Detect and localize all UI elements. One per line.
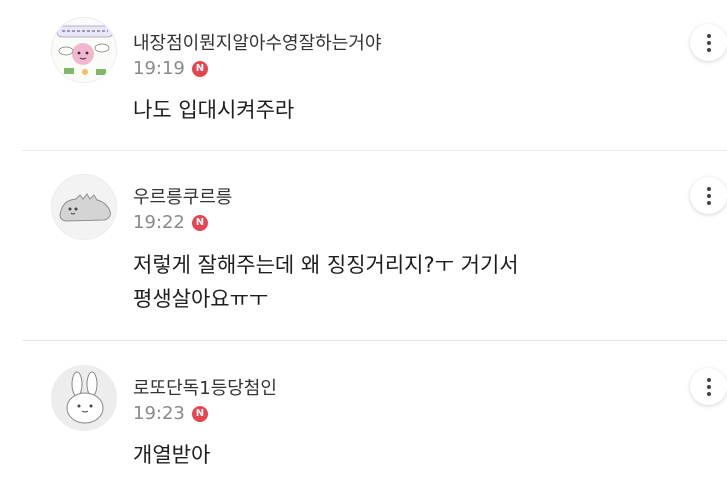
comment-text-line: 개열받아 bbox=[133, 443, 211, 467]
more-dot-icon bbox=[706, 193, 711, 198]
comment-meta: 19:23 N bbox=[133, 403, 208, 424]
comment-meta: 19:19 N bbox=[133, 58, 208, 79]
comment-item: 우르릉쿠르릉 19:22 N 저렇게 잘해주는데 왜 징징거리지?ㅜ 거기서 평… bbox=[0, 151, 727, 340]
white-rabbit-icon bbox=[52, 366, 116, 430]
comment-text: 나도 입대시켜주라 bbox=[133, 93, 294, 127]
new-badge-icon: N bbox=[191, 60, 208, 77]
comment-text-line: 평생살아요ㅠㅜ bbox=[133, 287, 269, 311]
avatar[interactable] bbox=[51, 365, 117, 431]
more-options-button[interactable] bbox=[690, 177, 727, 214]
pink-character-sticker-icon bbox=[52, 18, 116, 82]
more-options-button[interactable] bbox=[690, 24, 727, 61]
comment-author[interactable]: 우르릉쿠르릉 bbox=[133, 183, 232, 209]
more-dot-icon bbox=[706, 186, 711, 191]
comment-text: 저렇게 잘해주는데 왜 징징거리지?ㅜ 거기서 평생살아요ㅠㅜ bbox=[133, 248, 519, 316]
comment-author[interactable]: 내장점이뭔지알아수영잘하는거야 bbox=[133, 29, 381, 55]
more-options-button[interactable] bbox=[690, 368, 727, 405]
comment-text-line: 저렇게 잘해주는데 왜 징징거리지?ㅜ 거기서 bbox=[133, 253, 519, 277]
more-dot-icon bbox=[706, 384, 711, 389]
new-badge-icon: N bbox=[191, 405, 208, 422]
more-dot-icon bbox=[706, 200, 711, 205]
comment-author[interactable]: 로또단독1등당첨인 bbox=[133, 374, 277, 400]
avatar[interactable] bbox=[51, 174, 117, 240]
comment-time: 19:19 bbox=[133, 58, 185, 79]
more-dot-icon bbox=[706, 391, 711, 396]
more-dot-icon bbox=[706, 40, 711, 45]
avatar[interactable] bbox=[51, 17, 117, 83]
comment-meta: 19:22 N bbox=[133, 212, 208, 233]
comment-text: 개열받아 bbox=[133, 438, 210, 472]
comment-time: 19:22 bbox=[133, 212, 185, 233]
more-dot-icon bbox=[706, 33, 711, 38]
new-badge-icon: N bbox=[191, 214, 208, 231]
gray-dinosaur-icon bbox=[52, 175, 116, 239]
more-dot-icon bbox=[706, 377, 711, 382]
more-dot-icon bbox=[706, 47, 711, 52]
comment-time: 19:23 bbox=[133, 403, 185, 424]
comment-text-line: 나도 입대시켜주라 bbox=[133, 98, 295, 122]
comment-item: 내장점이뭔지알아수영잘하는거야 19:19 N 나도 입대시켜주라 bbox=[0, 0, 727, 150]
comment-item: 로또단독1등당첨인 19:23 N 개열받아 bbox=[0, 341, 727, 484]
